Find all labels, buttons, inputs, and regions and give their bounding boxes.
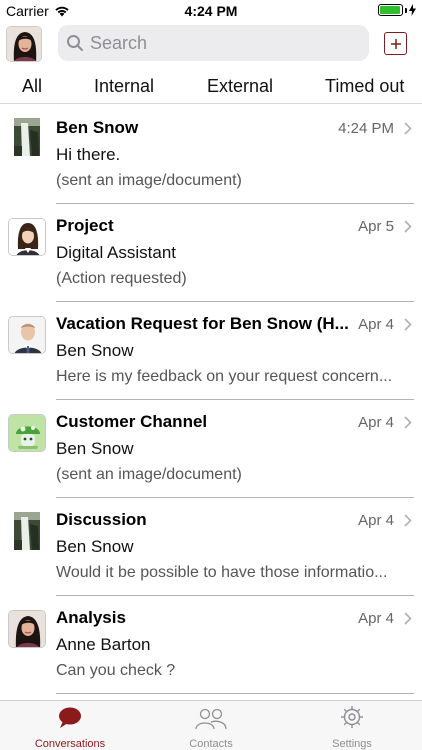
conversation-date: Apr 4 — [358, 414, 394, 431]
plus-icon — [390, 38, 401, 49]
conversation-row[interactable]: Vacation Request for Ben Snow (H... Apr … — [0, 302, 422, 400]
tab-timed-out[interactable]: Timed out — [325, 76, 404, 97]
tab-conversations[interactable]: Conversations — [0, 705, 140, 750]
conversation-title: Analysis — [56, 608, 126, 627]
man-photo-avatar — [8, 316, 46, 354]
conversation-participant: Ben Snow — [56, 341, 134, 360]
conversation-participant: Hi there. — [56, 145, 121, 164]
chevron-right-icon — [404, 122, 412, 135]
mushroom-bot-avatar — [8, 414, 46, 452]
tab-external[interactable]: External — [207, 76, 273, 97]
conversation-preview: (Action requested) — [56, 270, 187, 287]
tab-all[interactable]: All — [22, 76, 42, 97]
tab-label: Settings — [332, 738, 372, 750]
search-icon — [67, 35, 83, 51]
profile-avatar[interactable] — [6, 26, 42, 62]
conversation-title: Customer Channel — [56, 412, 208, 431]
conversation-list: Ben Snow 4:24 PM Hi there. (sent an imag… — [0, 106, 422, 699]
tab-label: Contacts — [189, 738, 233, 750]
search-input[interactable] — [90, 32, 350, 54]
row-divider — [56, 693, 414, 694]
search-field[interactable] — [58, 25, 369, 61]
conversation-participant: Digital Assistant — [56, 243, 176, 262]
chevron-right-icon — [404, 514, 412, 527]
chevron-right-icon — [404, 612, 412, 625]
tab-settings[interactable]: Settings — [282, 705, 422, 750]
woman-cartoon-avatar — [8, 218, 46, 256]
tab-contacts[interactable]: Contacts — [141, 705, 281, 750]
conversation-date: Apr 5 — [358, 218, 394, 235]
filter-tabs: All Internal External Timed out — [0, 70, 422, 104]
conversation-date: Apr 4 — [358, 610, 394, 627]
conversation-date: Apr 4 — [358, 316, 394, 333]
bottom-tab-bar: Conversations Contacts Settings — [0, 700, 422, 750]
chevron-right-icon — [404, 416, 412, 429]
battery-icon — [378, 4, 416, 16]
speech-bubble-icon — [59, 707, 81, 728]
conversation-row[interactable]: Customer Channel Apr 4 Ben Snow (sent an… — [0, 400, 422, 498]
gear-icon — [341, 706, 363, 728]
header — [0, 22, 422, 66]
conversation-participant: Ben Snow — [56, 537, 134, 556]
conversation-date: Apr 4 — [358, 512, 394, 529]
chevron-right-icon — [404, 318, 412, 331]
charging-bolt-icon — [409, 4, 416, 16]
conversation-preview: (sent an image/document) — [56, 466, 242, 483]
conversation-participant: Anne Barton — [56, 635, 151, 654]
conversation-row[interactable]: Analysis Apr 4 Anne Barton Can you check… — [0, 596, 422, 694]
waterfall-avatar — [8, 118, 46, 156]
conversation-row[interactable]: Discussion Apr 4 Ben Snow Would it be po… — [0, 498, 422, 596]
waterfall-avatar — [8, 512, 46, 550]
tab-internal[interactable]: Internal — [94, 76, 154, 97]
conversation-preview: Can you check ? — [56, 662, 176, 679]
battery-level — [380, 6, 400, 14]
status-bar: Carrier 4:24 PM — [0, 0, 422, 22]
tab-label: Conversations — [34, 738, 106, 750]
new-conversation-button[interactable] — [384, 32, 407, 55]
conversation-row[interactable]: Project Apr 5 Digital Assistant (Action … — [0, 204, 422, 302]
conversation-title: Vacation Request for Ben Snow (H... — [56, 314, 349, 333]
conversation-preview: (sent an image/document) — [56, 172, 242, 189]
conversation-participant: Ben Snow — [56, 439, 134, 458]
chevron-right-icon — [404, 220, 412, 233]
status-time: 4:24 PM — [184, 3, 238, 19]
conversation-preview: Would it be possible to have those infor… — [56, 564, 388, 581]
people-icon — [195, 708, 227, 730]
conversation-title: Discussion — [56, 510, 147, 529]
conversation-row[interactable]: Ben Snow 4:24 PM Hi there. (sent an imag… — [0, 106, 422, 204]
conversation-title: Project — [56, 216, 114, 235]
conversation-preview: Here is my feedback on your request conc… — [56, 368, 393, 385]
conversation-title: Ben Snow — [56, 118, 139, 137]
woman-photo-avatar — [8, 610, 46, 648]
conversation-date: 4:24 PM — [338, 120, 394, 137]
